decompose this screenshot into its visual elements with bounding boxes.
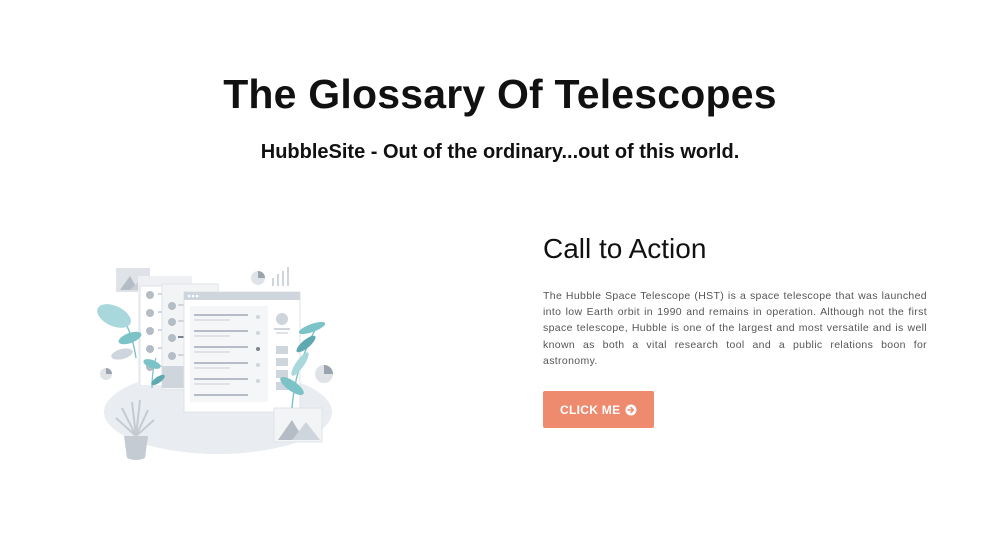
dashboard-illustration: [92, 262, 337, 462]
click-me-button[interactable]: CLICK ME: [543, 391, 655, 429]
page: The Glossary Of Telescopes HubbleSite - …: [0, 0, 1000, 548]
cta-description: The Hubble Space Telescope (HST) is a sp…: [543, 290, 927, 367]
page-subtitle: HubbleSite - Out of the ordinary...out o…: [260, 141, 740, 163]
arrow-circle-right-icon: [625, 404, 637, 416]
page-title: The Glossary Of Telescopes: [223, 71, 777, 117]
click-me-button-label: CLICK ME: [560, 402, 621, 417]
call-to-action-section: Call to Action The Hubble Space Telescop…: [543, 230, 927, 429]
cta-heading: Call to Action: [543, 233, 707, 264]
